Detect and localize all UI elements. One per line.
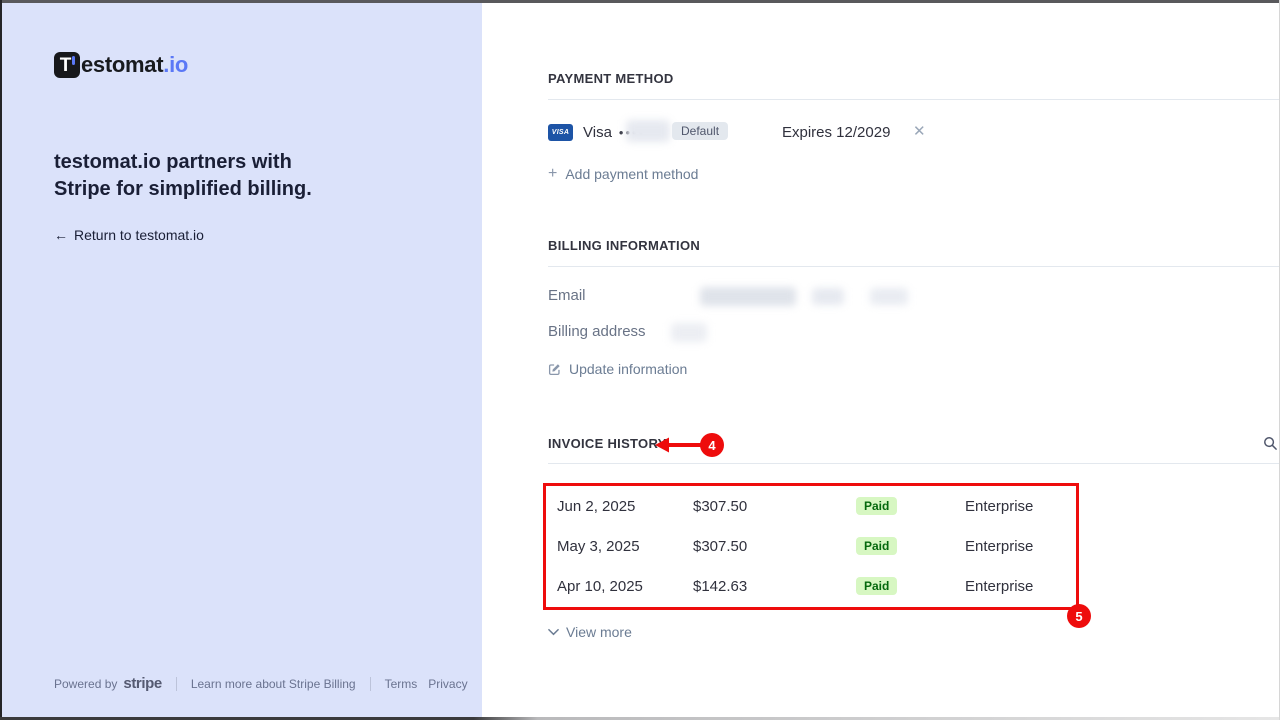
update-information-button[interactable]: Update information [548, 361, 687, 377]
stripe-logo[interactable]: stripe [123, 675, 161, 692]
partner-heading: testomat.io partners with Stripe for sim… [54, 149, 354, 203]
invoice-amount: $307.50 [693, 498, 856, 515]
annotation-step-4: 4 [700, 433, 724, 457]
annotation-step-5: 5 [1067, 604, 1091, 628]
invoice-history-title: INVOICE HISTORY [548, 436, 667, 451]
section-divider [548, 266, 1280, 267]
redacted-email-value [700, 287, 796, 306]
section-divider [548, 463, 1280, 464]
learn-more-link[interactable]: Learn more about Stripe Billing [191, 677, 356, 691]
card-brand-label: Visa [583, 124, 612, 141]
back-arrow-icon: ← [54, 227, 68, 243]
invoice-date: May 3, 2025 [557, 538, 693, 555]
plus-icon: + [548, 166, 557, 182]
logo-wordmark: estomat [81, 52, 163, 78]
terms-link[interactable]: Terms [385, 677, 418, 691]
redacted-email-value [812, 288, 844, 305]
testomat-logo[interactable]: T estomat .io [54, 52, 188, 78]
view-more-label: View more [566, 624, 632, 640]
invoice-plan: Enterprise [965, 538, 1077, 555]
invoice-plan: Enterprise [965, 498, 1077, 515]
view-more-button[interactable]: View more [548, 624, 632, 640]
redacted-address-value [671, 323, 707, 342]
footer-divider [370, 677, 371, 691]
edit-pencil-icon [548, 363, 561, 376]
return-link-label: Return to testomat.io [74, 227, 204, 243]
invoice-date: Apr 10, 2025 [557, 578, 693, 595]
billing-address-label: Billing address [548, 323, 646, 340]
redacted-email-value [870, 288, 908, 305]
invoice-row[interactable]: Apr 10, 2025 $142.63 Paid Enterprise [557, 566, 1077, 606]
stripe-billing-portal: { "sidebar": { "logo": { "box_letter": "… [0, 0, 1280, 720]
invoice-search-button[interactable] [1263, 436, 1279, 452]
window-edge-left [0, 0, 2, 720]
logo-blue-accent [72, 56, 75, 65]
invoice-amount: $142.63 [693, 578, 856, 595]
annotation-arrow-left [655, 437, 705, 453]
visa-card-icon: VISA [548, 124, 573, 141]
sidebar-footer: Powered by stripe Learn more about Strip… [54, 675, 468, 692]
powered-by-label: Powered by [54, 677, 117, 691]
status-badge: Paid [856, 497, 897, 515]
logo-letter: T [60, 56, 72, 75]
email-label: Email [548, 287, 586, 304]
footer-divider [176, 677, 177, 691]
update-information-label: Update information [569, 361, 687, 377]
invoice-plan: Enterprise [965, 578, 1077, 595]
remove-card-icon[interactable]: ✕ [913, 122, 926, 140]
section-divider [548, 99, 1280, 100]
sidebar: T estomat .io testomat.io partners with … [0, 0, 482, 720]
add-payment-method-button[interactable]: + Add payment method [548, 166, 698, 182]
status-badge: Paid [856, 537, 897, 555]
logo-tld: .io [163, 52, 188, 78]
status-badge: Paid [856, 577, 897, 595]
search-icon [1263, 436, 1278, 451]
redacted-card-last4 [626, 120, 670, 142]
privacy-link[interactable]: Privacy [428, 677, 467, 691]
chevron-down-icon [548, 628, 559, 636]
invoice-row[interactable]: May 3, 2025 $307.50 Paid Enterprise [557, 526, 1077, 566]
add-payment-method-label: Add payment method [565, 166, 698, 182]
payment-method-title: PAYMENT METHOD [548, 71, 674, 86]
window-edge-top [0, 0, 1280, 3]
default-badge: Default [672, 122, 728, 140]
billing-information-title: BILLING INFORMATION [548, 238, 700, 253]
return-to-merchant-link[interactable]: ← Return to testomat.io [54, 227, 204, 243]
card-expiry-label: Expires 12/2029 [782, 124, 890, 141]
invoice-amount: $307.50 [693, 538, 856, 555]
testomat-logo-icon: T [54, 52, 80, 78]
invoice-date: Jun 2, 2025 [557, 498, 693, 515]
invoice-row[interactable]: Jun 2, 2025 $307.50 Paid Enterprise [557, 486, 1077, 526]
